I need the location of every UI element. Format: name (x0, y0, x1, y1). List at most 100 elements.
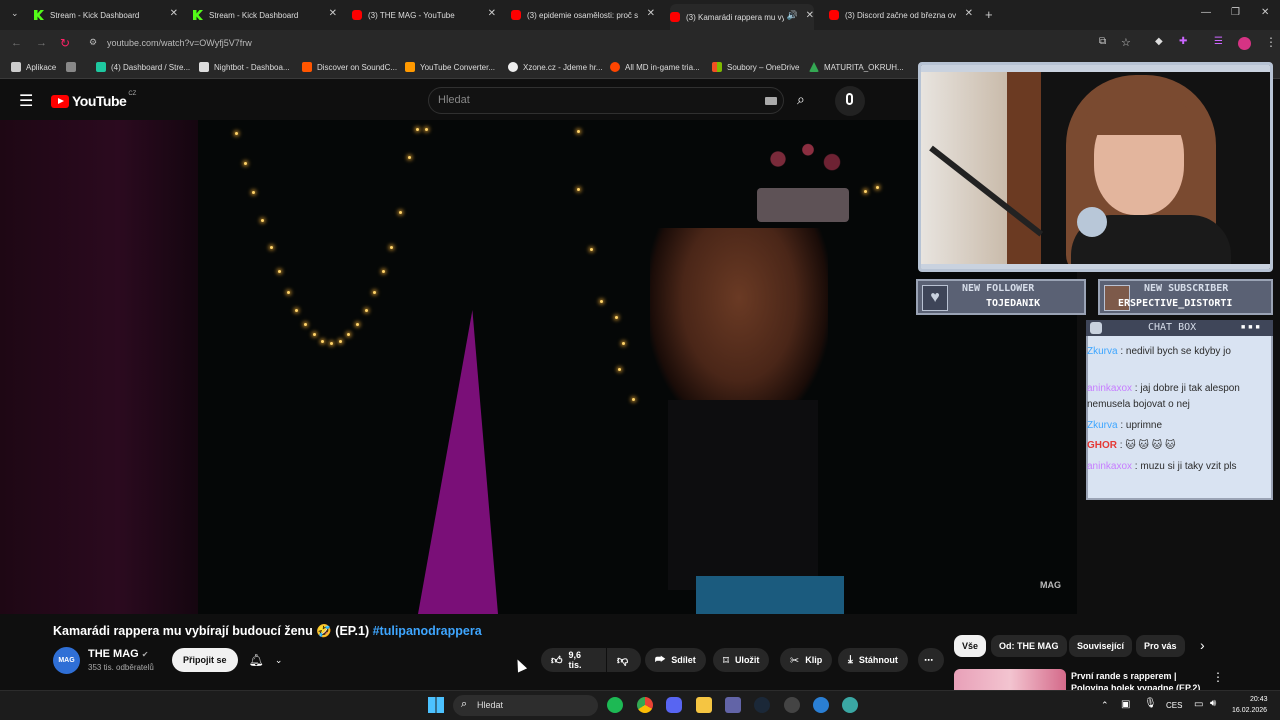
browser-tab[interactable]: (3) THE MAG - YouTube ✕ (352, 4, 496, 26)
ccleaner-icon[interactable] (813, 697, 829, 713)
tab-search-icon[interactable]: ☰ (1214, 36, 1223, 47)
string-light (577, 130, 580, 133)
next-video-menu-icon[interactable]: ⋮ (1212, 670, 1224, 684)
more-actions-button[interactable]: ⋯ (918, 648, 944, 672)
save-button[interactable]: ⌑ Uložit (713, 648, 770, 672)
chip-related[interactable]: Související (1069, 635, 1133, 657)
minimize-icon[interactable]: — (1201, 7, 1211, 18)
browser-tab[interactable]: (3) Discord začne od března ov ✕ (829, 4, 973, 26)
steam-icon[interactable] (754, 697, 770, 713)
bookmark-item[interactable]: Soubory – OneDrive (712, 62, 799, 72)
chip-for-you[interactable]: Pro vás (1136, 635, 1185, 657)
close-tab-icon[interactable]: ✕ (806, 10, 814, 21)
tray-app-icon[interactable]: ▣ (1121, 699, 1130, 710)
close-tab-icon[interactable]: ✕ (647, 8, 655, 19)
bookmark-item[interactable]: YouTube Converter... (405, 62, 495, 72)
new-tab-icon[interactable]: + (985, 7, 993, 22)
subscribe-bell-button[interactable]: 🔔︎ ⌄ (243, 648, 288, 672)
extension-icon[interactable]: ◆ (1155, 36, 1163, 47)
bookmark-item[interactable]: Discover on SoundC... (302, 62, 397, 72)
search-button[interactable]: ⌕ (784, 87, 826, 114)
channel-avatar[interactable]: MAG (53, 647, 80, 674)
browser-tab-active[interactable]: (3) Kamarádi rappera mu vy 🔊 ✕ (670, 4, 814, 30)
globe-app-icon[interactable] (842, 697, 858, 713)
reload-icon[interactable]: ↻ (60, 36, 70, 50)
clock-date[interactable]: 16.02.2026 (1232, 707, 1267, 714)
browser-tab[interactable]: Stream - Kick Dashboard ✕ (34, 4, 178, 26)
search-icon: ⌕ (461, 698, 468, 710)
site-info-icon[interactable]: ⚙ (89, 37, 97, 48)
keyboard-icon[interactable] (765, 97, 777, 105)
network-icon[interactable]: ▭ (1194, 699, 1203, 710)
chevron-right-icon[interactable]: › (1200, 637, 1205, 653)
hashtag-link[interactable]: #tulipanodrappera (373, 624, 482, 638)
app-icon[interactable] (784, 697, 800, 713)
browser-menu-icon[interactable]: ⋮ (1265, 35, 1277, 49)
install-app-icon[interactable]: ⧉ (1099, 36, 1106, 47)
forward-icon[interactable]: → (36, 37, 47, 49)
search-input[interactable]: Hledat (438, 94, 470, 106)
close-tab-icon[interactable]: ✕ (329, 8, 337, 19)
close-tab-icon[interactable]: ✕ (965, 8, 973, 19)
join-button[interactable]: Připojit se (172, 648, 238, 672)
chip-all[interactable]: Vše (954, 635, 987, 657)
video-person-hair (650, 228, 828, 428)
share-button[interactable]: ⮫ Sdílet (645, 648, 706, 672)
back-icon[interactable]: ← (11, 37, 22, 49)
search-box[interactable]: Hledat (428, 87, 784, 114)
close-window-icon[interactable]: ✕ (1261, 7, 1269, 18)
spotify-icon[interactable] (607, 697, 623, 713)
clip-button[interactable]: ✂ Klip (780, 648, 833, 672)
chat-message: Zkurva : uprimne (1087, 418, 1267, 434)
taskbar-search[interactable]: ⌕ Hledat (453, 695, 598, 716)
bookmark-star-icon[interactable]: ☆ (1121, 36, 1131, 49)
discord-icon[interactable] (666, 697, 682, 713)
clock-time[interactable]: 20:43 (1250, 696, 1268, 703)
file-explorer-icon[interactable] (696, 697, 712, 713)
hamburger-menu-icon[interactable]: ☰ (19, 91, 33, 111)
next-video-thumbnail[interactable] (954, 669, 1066, 690)
video-player[interactable]: MAG (0, 120, 1077, 614)
browser-tab[interactable]: Stream - Kick Dashboard ✕ (193, 4, 337, 26)
browser-tab[interactable]: (3) epidemie osamělosti: proč s ✕ (511, 4, 655, 26)
dislike-button[interactable]: 👎︎ (607, 648, 641, 672)
profile-avatar[interactable] (1238, 37, 1251, 50)
windows-start-icon[interactable] (428, 697, 444, 713)
voice-search-button[interactable] (835, 86, 865, 116)
language-indicator[interactable]: CES (1166, 701, 1182, 710)
channel-name[interactable]: THE MAG ✔ (88, 648, 149, 660)
apps-grid-icon (66, 62, 76, 72)
tray-chevron-icon[interactable]: ⌃ (1101, 700, 1109, 711)
bookmark-item[interactable]: Xzone.cz - Jdeme hr... (508, 62, 603, 72)
bookmark-item[interactable]: All MD in-game tria... (610, 62, 700, 72)
bookmark-item[interactable]: Nightbot - Dashboa... (199, 62, 290, 72)
bookmark-item[interactable] (66, 62, 92, 72)
chat-message: Zkurva : nedivil bych se kdyby jo (1087, 344, 1267, 360)
video-magenta-cone (418, 310, 498, 614)
teams-icon[interactable] (725, 697, 741, 713)
extensions-puzzle-icon[interactable]: ✚ (1179, 36, 1187, 47)
string-light (364, 308, 368, 312)
bookmark-item[interactable]: MATURITA_OKRUH... (809, 62, 904, 72)
volume-icon[interactable]: 🔊︎ (1210, 698, 1216, 709)
mic-tray-icon[interactable]: 🎙︎ (1144, 698, 1157, 709)
like-button[interactable]: 👍︎ 9,6 tis. (541, 648, 606, 672)
bookmark-apps[interactable]: Aplikace (11, 62, 56, 72)
video-watermark: MAG (1040, 580, 1061, 590)
download-button[interactable]: ⤓ Stáhnout (838, 648, 908, 672)
chat-text: : nedivil bych se kdyby jo (1117, 346, 1231, 357)
chrome-icon[interactable] (637, 697, 653, 713)
close-tab-icon[interactable]: ✕ (488, 8, 496, 19)
close-tab-icon[interactable]: ✕ (170, 8, 178, 19)
url-field[interactable]: youtube.com/watch?v=OWyfj5V7frw (107, 38, 252, 48)
chat-username: GHOR (1087, 440, 1117, 451)
next-video-title[interactable]: První rande s rapperem | Polovina holek v… (1071, 670, 1201, 690)
youtube-logo[interactable]: YouTube CZ (51, 91, 136, 109)
bookmark-item[interactable]: (4) Dashboard / Stre... (96, 62, 190, 72)
tab-search-chevron-icon[interactable]: ⌄ (11, 8, 19, 19)
heart-icon: ♥ (922, 285, 948, 311)
chip-from-channel[interactable]: Od: THE MAG (991, 635, 1067, 657)
maximize-icon[interactable]: ❐ (1231, 7, 1240, 18)
speaker-icon[interactable]: 🔊 (787, 10, 798, 21)
kick-icon (193, 10, 203, 20)
